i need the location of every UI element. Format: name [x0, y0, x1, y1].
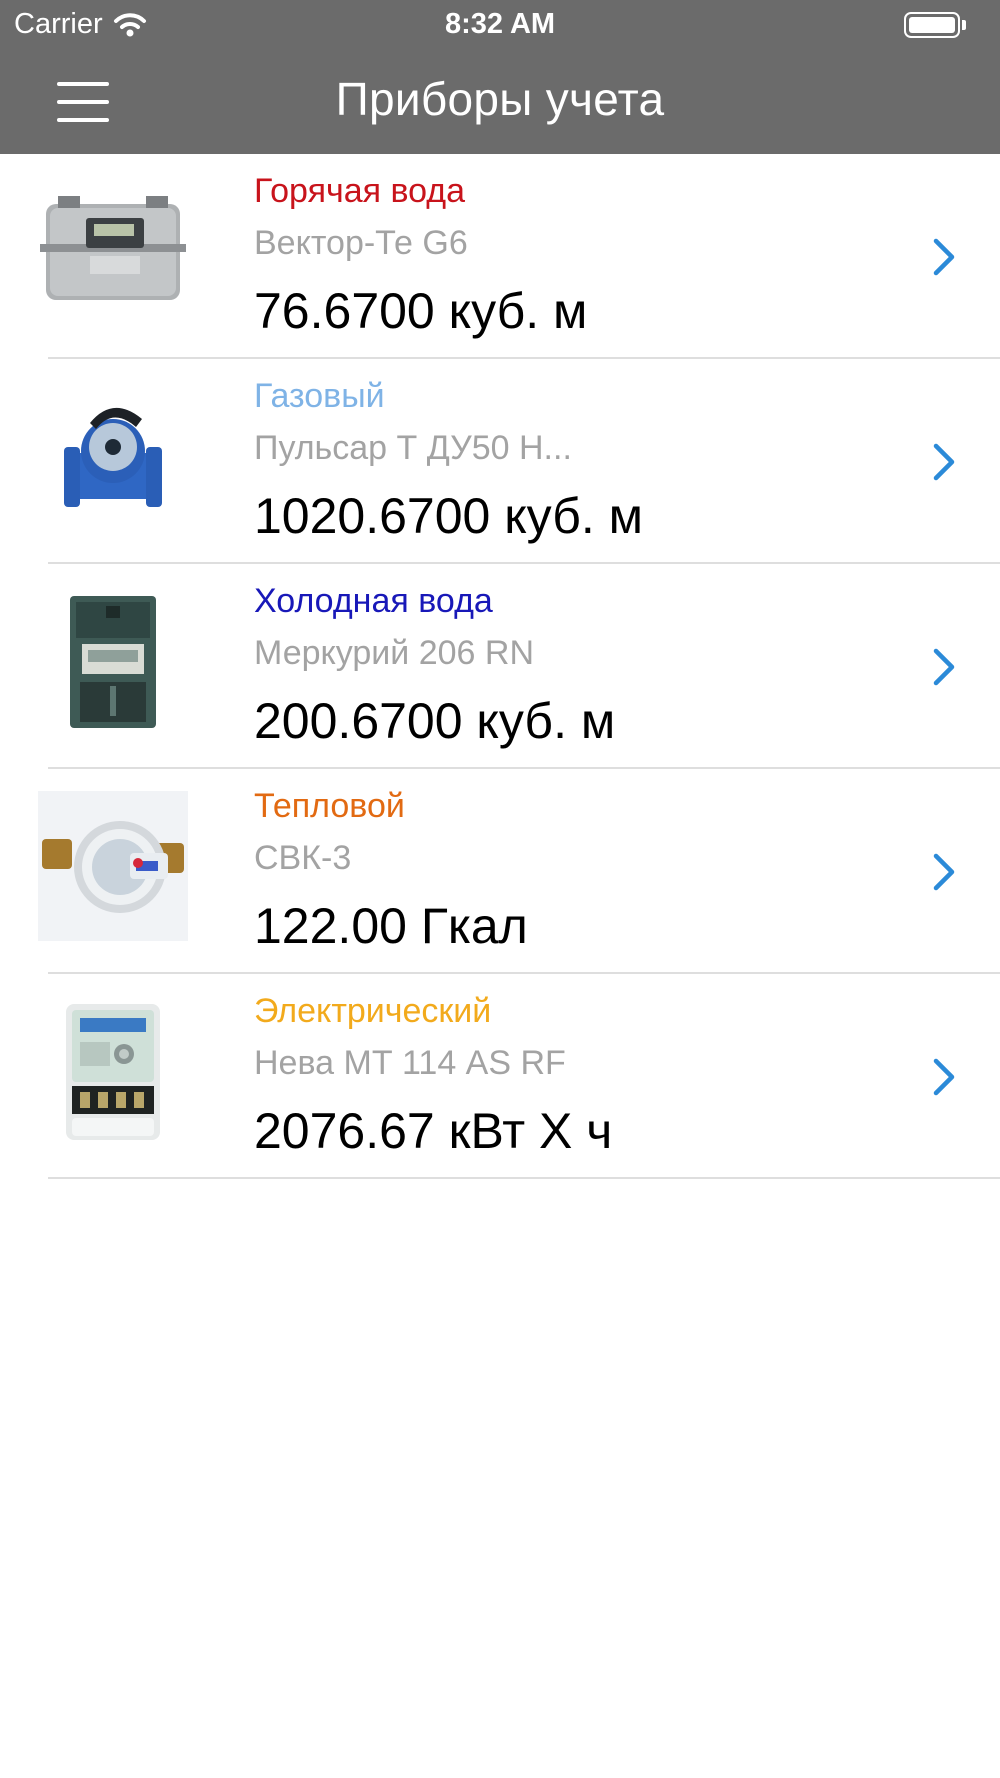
meter-model-label: Пульсар Т ДУ50 Н... [254, 429, 572, 467]
electric-meter-dark-icon [38, 586, 188, 736]
chevron-right-icon [933, 1058, 955, 1096]
meter-model-label: Нева МТ 114 AS RF [254, 1044, 566, 1082]
navigation-bar: Приборы учета [0, 50, 1000, 154]
meter-reading-label: 122.00 Гкал [254, 898, 528, 954]
meter-list: Горячая вода Вектор-Те G6 76.6700 куб. м… [0, 154, 1000, 1179]
meter-type-label: Тепловой [254, 787, 405, 825]
meter-type-label: Горячая вода [254, 172, 466, 210]
electric-meter-white-icon [38, 996, 188, 1146]
meter-model-label: Вектор-Те G6 [254, 224, 468, 262]
meter-row-electric[interactable]: Электрический Нева МТ 114 AS RF 2076.67 … [0, 974, 1000, 1179]
meter-reading-label: 1020.6700 куб. м [254, 488, 644, 544]
meter-row-cold-water[interactable]: Холодная вода Меркурий 206 RN 200.6700 к… [0, 564, 1000, 769]
gas-meter-icon [38, 176, 188, 326]
meter-reading-label: 2076.67 кВт Х ч [254, 1103, 613, 1159]
meter-row-heat[interactable]: Тепловой СВК-3 122.00 Гкал [0, 769, 1000, 974]
battery-tip [962, 20, 966, 30]
chevron-right-icon [933, 238, 955, 276]
status-bar: Carrier 8:32 AM [0, 0, 1000, 50]
meter-row-hot-water[interactable]: Горячая вода Вектор-Те G6 76.6700 куб. м [0, 154, 1000, 359]
meter-type-label: Газовый [254, 377, 385, 415]
page-title: Приборы учета [335, 73, 665, 125]
chevron-right-icon [933, 443, 955, 481]
water-meter-icon [38, 381, 188, 531]
chevron-right-icon [933, 648, 955, 686]
meter-reading-label: 76.6700 куб. м [254, 283, 588, 339]
meter-reading-label: 200.6700 куб. м [254, 693, 616, 749]
meter-type-label: Электрический [254, 992, 492, 1030]
status-time: 8:32 AM [444, 8, 556, 40]
meter-model-label: СВК-3 [254, 839, 352, 877]
battery-icon [904, 12, 960, 38]
meter-type-label: Холодная вода [254, 582, 493, 620]
heat-meter-icon [38, 791, 188, 941]
meter-model-label: Меркурий 206 RN [254, 634, 535, 672]
chevron-right-icon [933, 853, 955, 891]
meter-row-gas[interactable]: Газовый Пульсар Т ДУ50 Н... 1020.6700 ку… [0, 359, 1000, 564]
